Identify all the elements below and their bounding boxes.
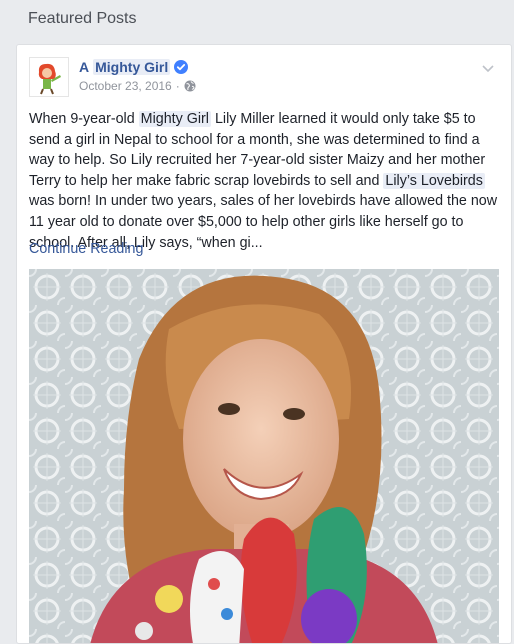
post-photo[interactable] — [29, 269, 499, 643]
post-header: A Mighty Girl October 23, 2016 · — [29, 57, 499, 101]
page-name-link[interactable]: A Mighty Girl — [79, 59, 189, 75]
meta-separator: · — [175, 79, 180, 93]
post-date[interactable]: October 23, 2016 — [79, 79, 172, 93]
mention-lilys-lovebirds[interactable]: Lily’s Lovebirds — [383, 172, 485, 189]
mention-mighty-girl[interactable]: Mighty Girl — [138, 111, 211, 127]
post-body: When 9-year-old Mighty Girl Lily Miller … — [29, 109, 499, 253]
globe-icon[interactable] — [184, 80, 196, 92]
chevron-down-icon[interactable] — [481, 63, 495, 73]
verified-badge-icon — [174, 60, 189, 74]
featured-posts-heading: Featured Posts — [28, 10, 137, 27]
page-avatar[interactable] — [29, 57, 69, 97]
page-name-highlight: Mighty Girl — [93, 59, 171, 75]
post-text-part: When 9-year-old — [29, 111, 139, 127]
post-meta: October 23, 2016 · — [79, 79, 196, 93]
page-name-prefix: A — [79, 59, 90, 75]
continue-reading-link[interactable]: Continue Reading — [29, 241, 143, 257]
post-card: A Mighty Girl October 23, 2016 · When 9-… — [16, 44, 512, 644]
